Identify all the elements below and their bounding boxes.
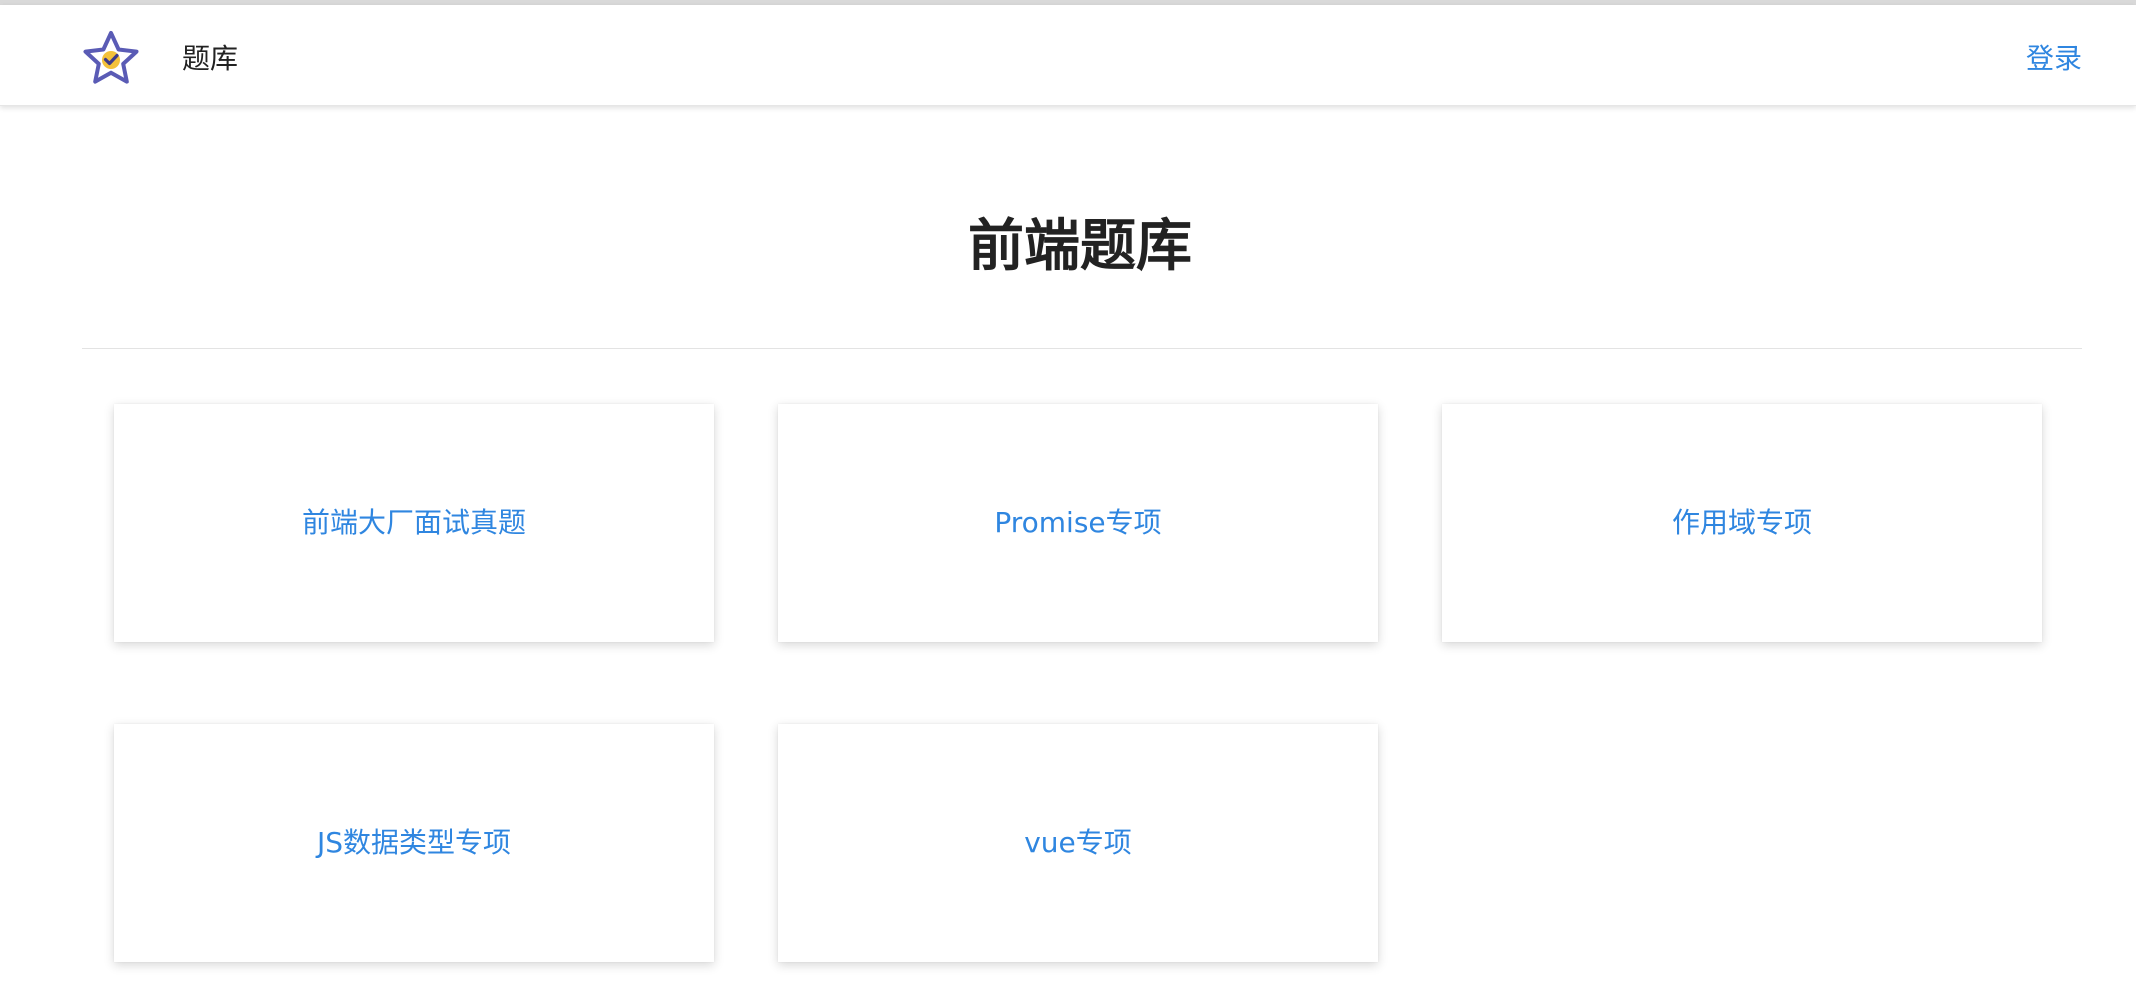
card-js-data-types[interactable]: JS数据类型专项 (114, 724, 714, 962)
card-label: Promise专项 (994, 506, 1162, 539)
card-label: 作用域专项 (1671, 506, 1812, 539)
top-nav-bar: 题库 登录 (0, 5, 2136, 106)
site-name[interactable]: 题库 (182, 41, 238, 77)
page-title: 前端题库 (968, 214, 1192, 279)
star-check-icon[interactable] (80, 29, 142, 89)
card-label: JS数据类型专项 (316, 826, 512, 859)
login-link[interactable]: 登录 (2026, 41, 2082, 77)
card-vue[interactable]: vue专项 (778, 724, 1378, 962)
card-frontend-interview[interactable]: 前端大厂面试真题 (114, 404, 714, 642)
card-scope[interactable]: 作用域专项 (1442, 404, 2042, 642)
title-divider (82, 348, 2082, 349)
card-grid: 前端大厂面试真题 Promise专项 作用域专项 JS数据类型专项 vue专项 (114, 404, 2042, 964)
card-label: vue专项 (1024, 826, 1132, 859)
card-label: 前端大厂面试真题 (301, 506, 526, 539)
card-promise[interactable]: Promise专项 (778, 404, 1378, 642)
